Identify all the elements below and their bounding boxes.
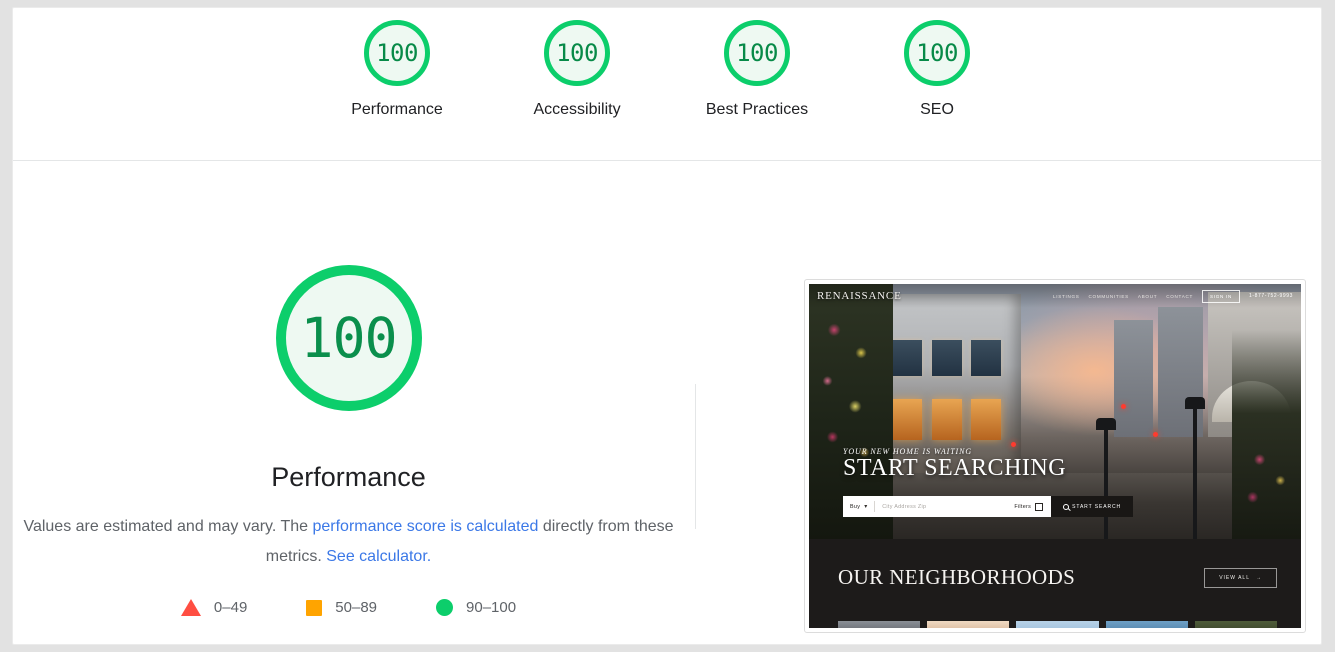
search-type-value[interactable]: Buy	[850, 504, 860, 510]
performance-gauge: 100	[275, 265, 422, 411]
legend-range-pass: 90–100	[466, 599, 517, 616]
nav-item-about[interactable]: ABOUT	[1138, 294, 1157, 299]
hero-window	[971, 398, 1001, 440]
nav-item-listings[interactable]: LISTINGS	[1053, 294, 1080, 299]
street-lamp-icon	[1096, 417, 1117, 539]
category-gauge-best-practices[interactable]: 100 Best Practices	[706, 20, 808, 119]
vertical-divider	[695, 384, 696, 529]
neighborhood-card[interactable]	[838, 621, 921, 628]
neighborhoods-header: OUR NEIGHBORHOODS VIEW ALL →	[838, 565, 1277, 590]
lighthouse-report-card: 100 Performance 100 Accessibility 100 Be…	[12, 7, 1322, 645]
performance-score-value: 100	[300, 305, 397, 370]
filters-icon	[1035, 502, 1044, 511]
category-score-bar: 100 Performance 100 Accessibility 100 Be…	[13, 8, 1321, 161]
gauge-score-seo: 100	[916, 39, 958, 67]
neighborhoods-title: OUR NEIGHBORHOODS	[838, 565, 1076, 589]
performance-gauge-wrap: 100	[13, 265, 684, 411]
performance-score-calculated-link[interactable]: performance score is calculated	[312, 518, 538, 535]
chevron-down-icon[interactable]: ▾	[864, 504, 867, 510]
legend-range-average: 50–89	[335, 599, 378, 616]
search-location-input[interactable]: City Address Zip	[882, 504, 926, 510]
hero-heading: START SEARCHING	[843, 455, 1067, 481]
hero-flowers-right	[1232, 329, 1301, 539]
hero-window	[971, 340, 1001, 376]
see-calculator-link[interactable]: See calculator.	[326, 548, 431, 565]
filters-label: Filters	[1014, 503, 1032, 510]
score-legend: 0–49 50–89 90–100	[13, 599, 684, 616]
arrow-right-icon: →	[1256, 574, 1262, 581]
gauge-label-best-practices: Best Practices	[705, 101, 809, 118]
performance-summary: 100 Performance Values are estimated and…	[13, 162, 684, 644]
view-all-button[interactable]: VIEW ALL →	[1204, 567, 1277, 588]
neighborhood-card[interactable]	[1016, 621, 1099, 628]
hero-window	[932, 340, 962, 376]
hero-window	[892, 340, 923, 376]
gauge-ring-performance: 100	[364, 20, 430, 86]
legend-item-pass: 90–100	[436, 599, 516, 616]
category-gauge-seo[interactable]: 100 SEO	[897, 20, 977, 119]
legend-item-average: 50–89	[306, 599, 377, 616]
nav-item-communities[interactable]: COMMUNITIES	[1089, 294, 1129, 299]
category-gauge-performance[interactable]: 100 Performance	[351, 20, 443, 119]
view-all-label: VIEW ALL	[1219, 574, 1250, 581]
gauge-ring-best-practices: 100	[724, 20, 790, 86]
category-gauges-row: 100 Performance 100 Accessibility 100 Be…	[13, 20, 1321, 119]
legend-range-fail: 0–49	[213, 599, 248, 616]
gauge-ring-seo: 100	[904, 20, 970, 86]
site-search-bar: Buy ▾ City Address Zip Filters START SEA…	[843, 496, 1133, 517]
sign-in-button[interactable]: SIGN IN	[1202, 289, 1241, 303]
start-search-label: START SEARCH	[1072, 503, 1121, 510]
search-icon	[1063, 503, 1070, 510]
description-text-1: Values are estimated and may vary. The	[23, 518, 313, 535]
performance-description: Values are estimated and may vary. The p…	[23, 512, 674, 572]
category-gauge-accessibility[interactable]: 100 Accessibility	[533, 20, 621, 119]
legend-item-fail: 0–49	[180, 599, 248, 616]
filters-button[interactable]: Filters	[1014, 502, 1044, 511]
start-search-button[interactable]: START SEARCH	[1051, 496, 1133, 517]
final-screenshot-image: RENAISSANCE LISTINGS COMMUNITIES ABOUT C…	[809, 284, 1301, 628]
neighborhood-card[interactable]	[1194, 621, 1278, 628]
gauge-score-accessibility: 100	[556, 39, 598, 67]
street-lamp-icon	[1184, 397, 1205, 539]
gauge-label-performance: Performance	[351, 101, 443, 118]
gauge-label-seo: SEO	[920, 101, 954, 118]
neighborhoods-section: OUR NEIGHBORHOODS VIEW ALL →	[809, 539, 1301, 628]
site-nav: LISTINGS COMMUNITIES ABOUT CONTACT SIGN …	[1053, 289, 1293, 303]
site-header: RENAISSANCE LISTINGS COMMUNITIES ABOUT C…	[809, 284, 1301, 308]
triangle-icon	[180, 599, 201, 616]
pagespeed-report-screenshot: 100 Performance 100 Accessibility 100 Be…	[0, 0, 1335, 652]
gauge-ring-accessibility: 100	[544, 20, 610, 86]
divider	[874, 501, 876, 512]
site-logo[interactable]: RENAISSANCE	[817, 290, 902, 302]
circle-icon	[436, 599, 454, 616]
hero-tower	[1114, 319, 1154, 437]
neighborhood-cards	[838, 621, 1278, 628]
performance-section: 100 Performance Values are estimated and…	[13, 162, 1321, 644]
neighborhood-card[interactable]	[927, 621, 1010, 628]
gauge-score-best-practices: 100	[736, 39, 778, 67]
neighborhood-card[interactable]	[1105, 621, 1188, 628]
gauge-score-performance: 100	[376, 39, 418, 67]
page-title: Performance	[271, 462, 426, 492]
gauge-label-accessibility: Accessibility	[533, 101, 621, 118]
nav-item-contact[interactable]: CONTACT	[1166, 294, 1193, 299]
final-screenshot-frame: RENAISSANCE LISTINGS COMMUNITIES ABOUT C…	[804, 279, 1306, 633]
site-phone-number[interactable]: 1-877-752-9993	[1249, 293, 1293, 299]
hero-window	[892, 398, 923, 440]
hero-window	[932, 398, 962, 440]
hero-copy: YOUR NEW HOME IS WAITING START SEARCHING	[843, 447, 1143, 482]
square-icon	[306, 599, 323, 616]
